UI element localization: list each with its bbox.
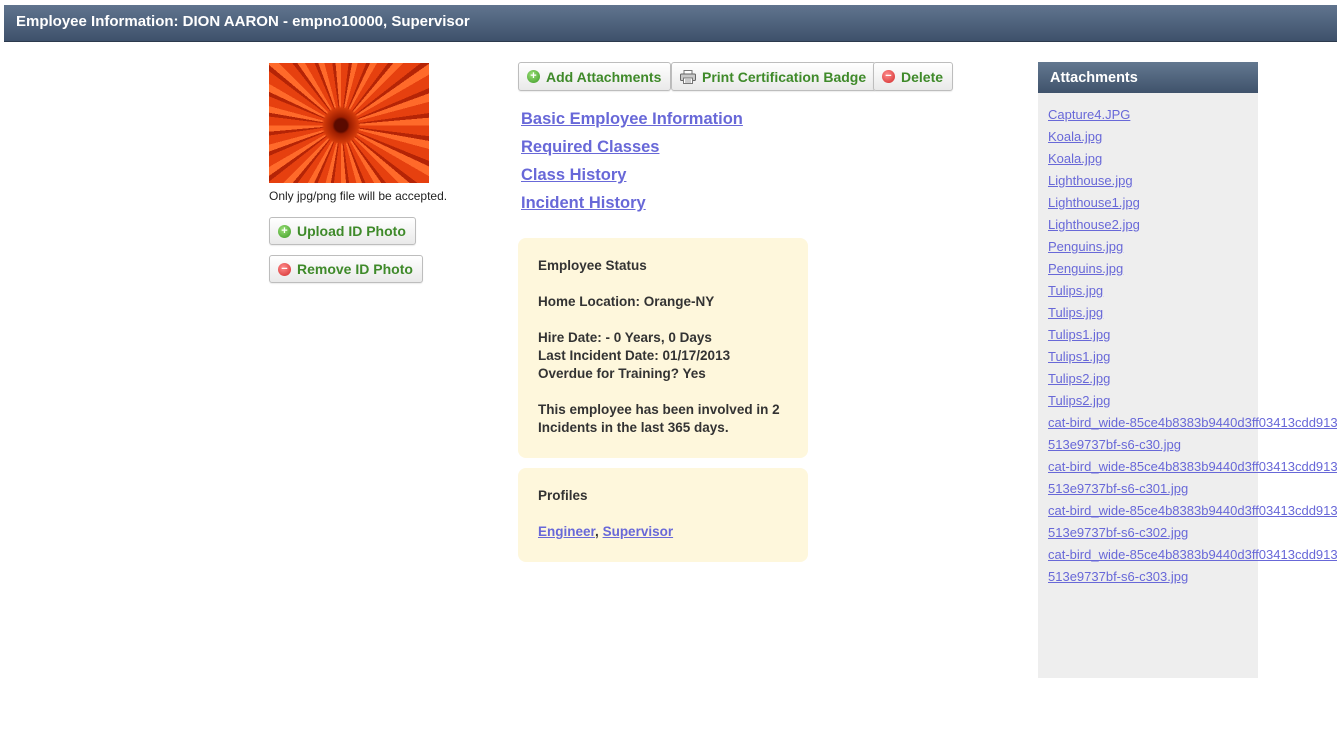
- print-certification-badge-label: Print Certification Badge: [702, 68, 867, 85]
- print-certification-badge-button[interactable]: Print Certification Badge: [671, 62, 877, 91]
- attachment-link[interactable]: Tulips.jpg: [1048, 302, 1337, 324]
- hire-date: Hire Date: - 0 Years, 0 Days: [538, 330, 712, 345]
- home-location: Home Location: Orange-NY: [538, 294, 715, 309]
- plus-icon: +: [278, 224, 291, 238]
- photo-format-note: Only jpg/png file will be accepted.: [269, 189, 448, 203]
- delete-label: Delete: [901, 68, 944, 85]
- attachment-link[interactable]: Lighthouse.jpg: [1048, 170, 1337, 192]
- overdue-for-training: Overdue for Training? Yes: [538, 366, 706, 381]
- profile-separator: ,: [595, 524, 599, 539]
- nav-incident-history[interactable]: Incident History: [521, 194, 646, 213]
- nav-basic-employee-information[interactable]: Basic Employee Information: [521, 110, 743, 129]
- attachment-link[interactable]: Penguins.jpg: [1048, 258, 1337, 280]
- incident-summary-line-2: Incidents in the last 365 days.: [538, 420, 729, 435]
- remove-id-photo-button[interactable]: − Remove ID Photo: [269, 255, 423, 283]
- attachment-link[interactable]: Lighthouse2.jpg: [1048, 214, 1337, 236]
- employee-status-panel: Employee Status Home Location: Orange-NY…: [518, 238, 808, 458]
- attachment-link[interactable]: Tulips1.jpg: [1048, 324, 1337, 346]
- printer-icon: [680, 69, 696, 84]
- profiles-list: Engineer, Supervisor: [538, 523, 673, 541]
- nav-required-classes[interactable]: Required Classes: [521, 138, 659, 157]
- attachment-link[interactable]: Penguins.jpg: [1048, 236, 1337, 258]
- attachment-link[interactable]: cat-bird_wide-85ce4b8383b9440d3ff03413cd…: [1048, 500, 1337, 544]
- attachment-link[interactable]: Tulips1.jpg: [1048, 346, 1337, 368]
- nav-class-history[interactable]: Class History: [521, 166, 626, 185]
- attachment-link[interactable]: Lighthouse1.jpg: [1048, 192, 1337, 214]
- minus-icon: −: [882, 70, 895, 83]
- attachment-link[interactable]: Capture4.JPG: [1048, 104, 1337, 126]
- attachment-link[interactable]: Tulips.jpg: [1048, 280, 1337, 302]
- attachment-link[interactable]: Koala.jpg: [1048, 148, 1337, 170]
- attachments-list: Capture4.JPG Koala.jpg Koala.jpg Lighthouse…: [1048, 104, 1337, 588]
- attachment-link[interactable]: cat-bird_wide-85ce4b8383b9440d3ff03413cd…: [1048, 456, 1337, 500]
- employee-id-photo: [269, 63, 429, 183]
- delete-button[interactable]: − Delete: [873, 62, 954, 91]
- upload-id-photo-label: Upload ID Photo: [297, 223, 406, 239]
- page-header: Employee Information: DION AARON - empno…: [4, 5, 1337, 42]
- plus-icon: +: [527, 70, 540, 83]
- add-attachments-label: Add Attachments: [546, 68, 662, 85]
- last-incident-date: Last Incident Date: 01/17/2013: [538, 348, 731, 363]
- remove-id-photo-label: Remove ID Photo: [297, 261, 413, 277]
- attachment-link[interactable]: Tulips2.jpg: [1048, 390, 1337, 412]
- upload-id-photo-button[interactable]: + Upload ID Photo: [269, 217, 416, 245]
- attachment-link[interactable]: Tulips2.jpg: [1048, 368, 1337, 390]
- minus-icon: −: [278, 262, 291, 276]
- attachment-link[interactable]: cat-bird_wide-85ce4b8383b9440d3ff03413cd…: [1048, 544, 1337, 588]
- attachments-panel: Attachments Capture4.JPG Koala.jpg Koala.j…: [1038, 62, 1337, 678]
- incident-summary-line-1: This employee has been involved in 2: [538, 402, 780, 417]
- attachment-link[interactable]: Koala.jpg: [1048, 126, 1337, 148]
- profiles-heading: Profiles: [538, 488, 588, 503]
- add-attachments-button[interactable]: + Add Attachments: [518, 62, 672, 91]
- profiles-panel: Profiles Engineer, Supervisor: [518, 468, 808, 562]
- page-title: Employee Information: DION AARON - empno…: [16, 13, 470, 30]
- attachment-link[interactable]: cat-bird_wide-85ce4b8383b9440d3ff03413cd…: [1048, 412, 1337, 456]
- employee-status-heading: Employee Status: [538, 258, 647, 273]
- attachments-title: Attachments: [1038, 62, 1258, 93]
- profile-link-engineer[interactable]: Engineer: [538, 524, 595, 539]
- profile-link-supervisor[interactable]: Supervisor: [603, 524, 674, 539]
